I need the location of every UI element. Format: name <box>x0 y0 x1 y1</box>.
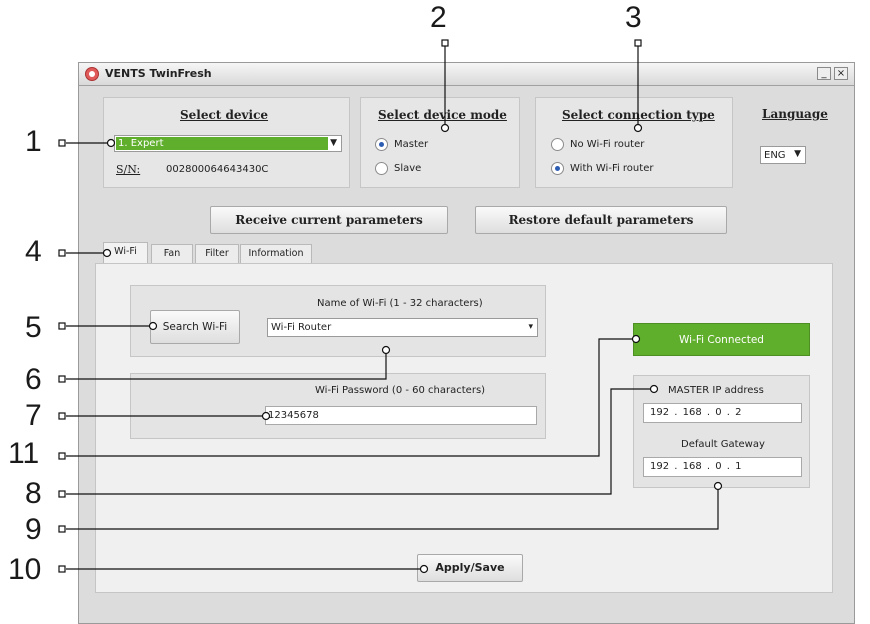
connection-type-group: Select connection type No Wi-Fi router W… <box>535 97 733 188</box>
wifi-password-value: 12345678 <box>268 410 319 421</box>
callout-number-5: 5 <box>25 311 42 344</box>
callout-number-10: 10 <box>8 553 42 586</box>
device-select-value: 1. Expert <box>118 138 164 149</box>
wifi-status-indicator: Wi-Fi Connected <box>633 323 810 356</box>
callout-number-4: 4 <box>25 235 42 268</box>
device-mode-title: Select device mode <box>378 108 507 122</box>
sn-value: 002800064643430C <box>166 164 269 175</box>
radio-with-wifi-router-label: With Wi-Fi router <box>570 163 654 174</box>
select-device-group: Select device 1. Expert ▼ S/N: 002800064… <box>103 97 350 188</box>
apply-save-button[interactable]: Apply/Save <box>417 554 523 582</box>
language-value: ENG <box>764 150 786 161</box>
minimize-button[interactable]: _ <box>817 67 831 80</box>
wifi-name-group: Search Wi-Fi Name of Wi-Fi (1 - 32 chara… <box>130 285 546 357</box>
language-select[interactable]: ENG ▼ <box>760 146 806 164</box>
default-gateway-value: 192 . 168 . 0 . 1 <box>650 461 742 472</box>
radio-slave[interactable] <box>375 162 388 175</box>
wifi-name-label: Name of Wi-Fi (1 - 32 characters) <box>317 298 483 309</box>
radio-no-wifi-router[interactable] <box>551 138 564 151</box>
callout-number-1: 1 <box>25 125 42 158</box>
default-gateway-field[interactable]: 192 . 168 . 0 . 1 <box>643 457 802 477</box>
window-title: VENTS TwinFresh <box>105 67 212 80</box>
language-title: Language <box>762 107 828 121</box>
sn-label: S/N: <box>116 163 141 176</box>
callout-number-2: 2 <box>430 1 447 34</box>
radio-master[interactable] <box>375 138 388 151</box>
master-ip-value: 192 . 168 . 0 . 2 <box>650 407 742 418</box>
radio-no-wifi-router-label: No Wi-Fi router <box>570 139 645 150</box>
search-wifi-button[interactable]: Search Wi-Fi <box>150 310 240 344</box>
tab-information[interactable]: Information <box>240 244 312 264</box>
receive-parameters-button[interactable]: Receive current parameters <box>210 206 448 234</box>
select-device-title: Select device <box>180 108 269 122</box>
device-mode-group: Select device mode Master Slave <box>360 97 520 188</box>
master-ip-label: MASTER IP address <box>668 385 764 396</box>
tab-wifi[interactable]: Wi-Fi <box>103 242 148 264</box>
tab-fan[interactable]: Fan <box>151 244 193 264</box>
chevron-down-icon: ▼ <box>794 149 801 159</box>
callout-number-11: 11 <box>8 437 40 470</box>
radio-master-label: Master <box>394 139 429 150</box>
chevron-down-icon: ▾ <box>528 322 533 332</box>
chevron-down-icon: ▼ <box>330 138 337 148</box>
callout-number-8: 8 <box>25 477 42 510</box>
close-button[interactable]: × <box>834 67 848 80</box>
wifi-password-field[interactable]: 12345678 <box>265 406 537 425</box>
callout-number-9: 9 <box>25 513 42 546</box>
callout-number-3: 3 <box>625 1 642 34</box>
title-bar: VENTS TwinFresh _ × <box>79 63 854 86</box>
device-select[interactable]: 1. Expert ▼ <box>114 135 342 152</box>
radio-with-wifi-router[interactable] <box>551 162 564 175</box>
wifi-password-group: Wi-Fi Password (0 - 60 characters) 12345… <box>130 373 546 439</box>
connection-type-title: Select connection type <box>562 108 715 122</box>
master-ip-field[interactable]: 192 . 168 . 0 . 2 <box>643 403 802 423</box>
network-address-group: MASTER IP address 192 . 168 . 0 . 2 Defa… <box>633 375 810 488</box>
wifi-name-value: Wi-Fi Router <box>271 322 332 333</box>
restore-defaults-button[interactable]: Restore default parameters <box>475 206 727 234</box>
callout-number-6: 6 <box>25 363 42 396</box>
default-gateway-label: Default Gateway <box>681 439 765 450</box>
callout-1-square <box>58 139 66 147</box>
tab-filter[interactable]: Filter <box>195 244 239 264</box>
radio-slave-label: Slave <box>394 163 422 174</box>
callout-number-7: 7 <box>25 399 42 432</box>
fan-logo-icon <box>85 67 99 81</box>
wifi-name-select[interactable]: Wi-Fi Router ▾ <box>267 318 538 337</box>
wifi-password-label: Wi-Fi Password (0 - 60 characters) <box>315 385 486 396</box>
